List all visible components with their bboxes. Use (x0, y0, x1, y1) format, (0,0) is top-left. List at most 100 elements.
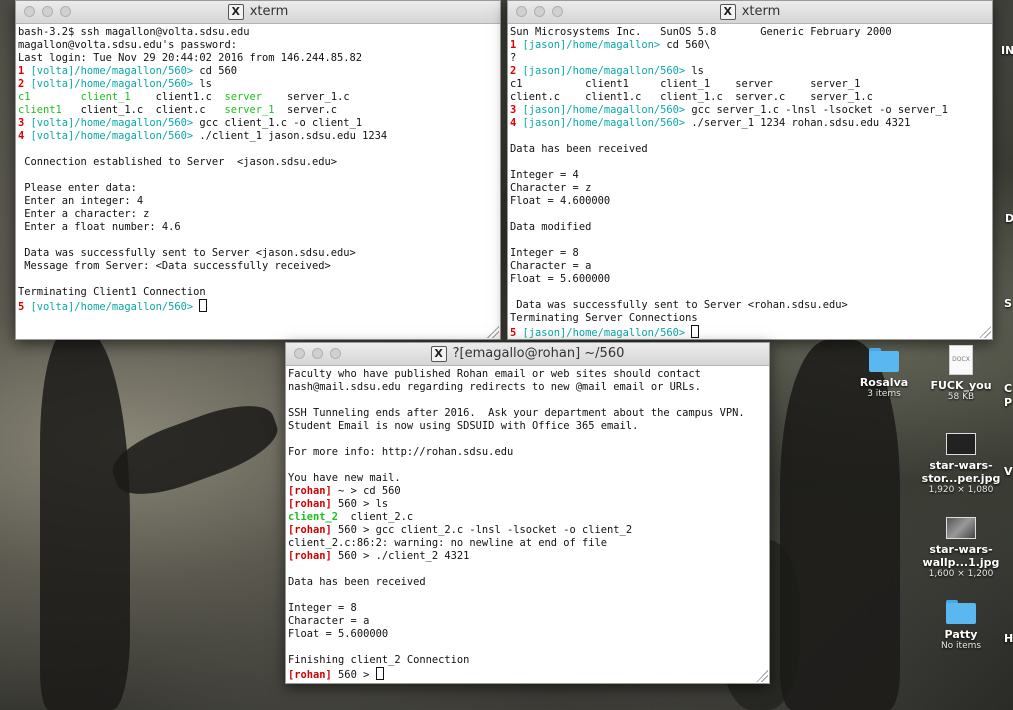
terminal-text: server_1 (224, 104, 275, 116)
terminal-text: [volta]/home/magallon/560> (24, 130, 194, 142)
desktop-item-info: No items (940, 641, 982, 651)
terminal-line: 3 [jason]/home/magallon/560> gcc server_… (510, 104, 990, 117)
xterm-window-rohan[interactable]: X ?[emagallo@rohan] ~/560 Faculty who hav… (285, 342, 770, 684)
minimize-button[interactable] (312, 348, 323, 359)
terminal-line: For more info: http://rohan.sdsu.edu (288, 446, 767, 459)
terminal-text: [volta]/home/magallon/560> (24, 301, 194, 313)
terminal-text: Enter a float number: 4.6 (18, 221, 181, 233)
zoom-button[interactable] (330, 348, 341, 359)
folder-icon (946, 600, 976, 624)
terminal-text: client_1 (80, 91, 131, 103)
terminal-text: ~ > cd 560 (331, 485, 401, 497)
terminal-line: Data has been received (510, 143, 990, 156)
terminal-text: client_2.c (338, 511, 414, 523)
terminal-text: Float = 5.600000 (288, 628, 389, 640)
terminal-text: client_1.c client.c (61, 104, 225, 116)
terminal-text: Sun Microsystems Inc. SunOS 5.8 Generic … (510, 26, 892, 38)
cursor-block (691, 325, 700, 338)
terminal-text: You have new mail. (288, 472, 401, 484)
folder-icon (869, 348, 899, 372)
terminal-text: server_1.c (262, 91, 350, 103)
close-button[interactable] (24, 6, 35, 17)
desktop-item-star-wars-wallp[interactable]: star-wars- wallp...1.jpg 1,600 × 1,200 (921, 517, 1001, 580)
minimize-button[interactable] (534, 6, 545, 17)
window-controls (516, 6, 563, 17)
xterm-window-jason[interactable]: Xxterm Sun Microsystems Inc. SunOS 5.8 G… (507, 0, 993, 340)
window-title: ?[emagallo@rohan] ~/560 (452, 346, 625, 361)
edge-label: D (1005, 212, 1013, 225)
desktop-item-rosalva[interactable]: Rosalva 3 items (844, 348, 924, 400)
terminal-text: magallon@volta.sdsu.edu's password: (18, 39, 237, 51)
terminal-line: 5 [jason]/home/magallon/560> (510, 325, 990, 339)
terminal-line: Student Email is now using SDSUID with O… (288, 420, 767, 433)
minimize-button[interactable] (42, 6, 53, 17)
desktop-item-patty[interactable]: Patty No items (921, 600, 1001, 652)
zoom-button[interactable] (60, 6, 71, 17)
terminal-line: client.c client1.c client_1.c server.c s… (510, 91, 990, 104)
terminal-text: Integer = 4 (510, 169, 579, 181)
terminal-text: [jason]/home/magallon/560> (516, 104, 686, 116)
terminal-output[interactable]: bash-3.2$ ssh magallon@volta.sdsu.edu mag… (16, 24, 500, 314)
resize-handle[interactable] (979, 326, 991, 338)
terminal-line: Character = z (510, 182, 990, 195)
title-bar[interactable]: Xxterm (16, 1, 500, 24)
window-controls (24, 6, 71, 17)
terminal-text: [volta]/home/magallon/560> (24, 65, 194, 77)
desktop-item-fuck-you-docx[interactable]: DOCX FUCK_you 58 KB (921, 345, 1001, 403)
terminal-text: client_2 (288, 511, 339, 523)
image-thumbnail-icon (946, 433, 976, 455)
terminal-line: 1 [jason]/home/magallon> cd 560\ (510, 39, 990, 52)
edge-label: IN (1001, 44, 1013, 57)
close-button[interactable] (294, 348, 305, 359)
terminal-line: You have new mail. (288, 472, 767, 485)
terminal-text: Terminating Server Connections (510, 312, 698, 324)
terminal-line: Please enter data: (18, 182, 498, 195)
xterm-window-volta[interactable]: Xxterm bash-3.2$ ssh magallon@volta.sdsu… (15, 0, 501, 340)
terminal-text: client1 (18, 104, 62, 116)
terminal-line: Enter an integer: 4 (18, 195, 498, 208)
terminal-text: client_2.c:86:2: warning: no newline at … (288, 537, 608, 549)
desktop-item-info: 1,600 × 1,200 (928, 569, 994, 579)
terminal-text: Character = z (510, 182, 592, 194)
title-bar[interactable]: X ?[emagallo@rohan] ~/560 (286, 343, 769, 366)
terminal-text: [rohan] (288, 524, 332, 536)
terminal-text: Data modified (510, 221, 592, 233)
terminal-text: ? (510, 52, 517, 64)
terminal-text: Data was successfully sent to Server <ja… (18, 247, 356, 259)
title-bar[interactable]: Xxterm (508, 1, 992, 24)
terminal-line: [rohan] 560 > (288, 667, 767, 681)
terminal-output[interactable]: Faculty who have published Rohan email o… (286, 366, 769, 682)
close-button[interactable] (516, 6, 527, 17)
terminal-text: cd 560\ (660, 39, 711, 51)
terminal-text: [jason]/home/magallon/560> (516, 327, 686, 339)
terminal-line: Integer = 8 (510, 247, 990, 260)
terminal-text: [jason]/home/magallon> (516, 39, 661, 51)
resize-handle[interactable] (756, 670, 768, 682)
resize-handle[interactable] (487, 326, 499, 338)
x11-icon: X (719, 3, 736, 20)
terminal-text: 560 > (331, 669, 376, 681)
terminal-text: [rohan] (288, 485, 332, 497)
terminal-text: ./client_1 jason.sdsu.edu 1234 (193, 130, 388, 142)
desktop-item-info: 3 items (867, 389, 901, 399)
desktop-item-star-wars-stor[interactable]: star-wars- stor...per.jpg 1,920 × 1,080 (921, 433, 1001, 496)
docx-icon: DOCX (949, 345, 973, 375)
terminal-line: Float = 5.600000 (288, 628, 767, 641)
terminal-text: [volta]/home/magallon/560> (24, 78, 194, 90)
terminal-text: Faculty who have published Rohan email o… (288, 368, 701, 380)
terminal-line: Sun Microsystems Inc. SunOS 5.8 Generic … (510, 26, 990, 39)
terminal-line: 3 [volta]/home/magallon/560> gcc client_… (18, 117, 498, 130)
zoom-button[interactable] (552, 6, 563, 17)
terminal-text: bash-3.2$ ssh magallon@volta.sdsu.edu (18, 26, 250, 38)
terminal-text: ./server_1 1234 rohan.sdsu.edu 4321 (685, 117, 911, 129)
terminal-output[interactable]: Sun Microsystems Inc. SunOS 5.8 Generic … (508, 24, 992, 339)
terminal-line: Enter a float number: 4.6 (18, 221, 498, 234)
terminal-line: Float = 5.600000 (510, 273, 990, 286)
terminal-text: [rohan] (288, 498, 332, 510)
